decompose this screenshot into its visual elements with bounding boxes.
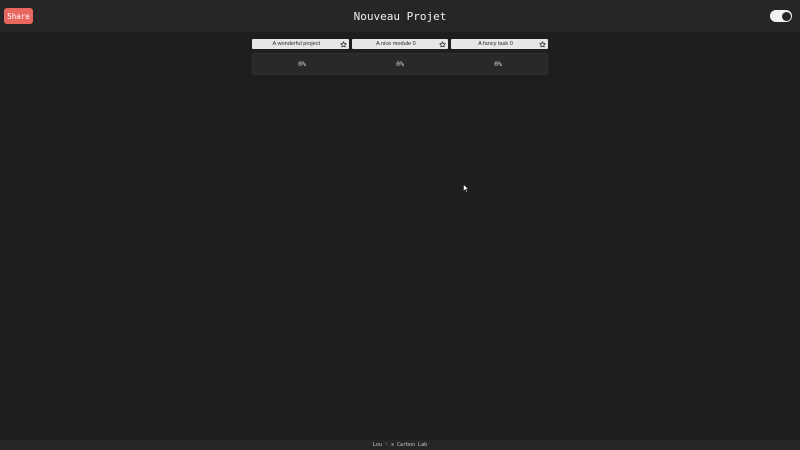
column-task[interactable]: A fancy task 0 — [451, 39, 548, 49]
column-label: A nice module 0 — [375, 41, 416, 47]
toggle-knob — [781, 11, 791, 21]
task-progress: 0% — [494, 60, 502, 68]
column-label: A fancy task 0 — [478, 41, 513, 47]
footer-credit: Lou ♡ x Carbon Lab — [0, 440, 800, 450]
app-window: Share Nouveau Projet A wonderful project… — [0, 0, 800, 450]
theme-toggle[interactable] — [770, 10, 792, 22]
star-icon[interactable] — [538, 40, 546, 48]
column-module[interactable]: A nice module 0 — [351, 39, 449, 49]
column-label: A wonderful project — [272, 41, 321, 47]
module-progress: 0% — [396, 60, 404, 68]
project-progress: 0% — [298, 60, 306, 68]
header-bar: Share Nouveau Projet — [0, 0, 800, 32]
mouse-cursor-icon — [463, 184, 469, 193]
progress-panel: 0% 0% 0% — [252, 53, 548, 75]
share-button[interactable]: Share — [4, 8, 33, 24]
star-icon[interactable] — [339, 40, 347, 48]
column-headers: A wonderful project A nice module 0 A fa… — [252, 39, 548, 49]
column-project[interactable]: A wonderful project — [252, 39, 349, 49]
hierarchy-columns: A wonderful project A nice module 0 A fa… — [252, 39, 548, 75]
star-icon[interactable] — [439, 40, 447, 48]
project-title: Nouveau Projet — [353, 9, 447, 23]
